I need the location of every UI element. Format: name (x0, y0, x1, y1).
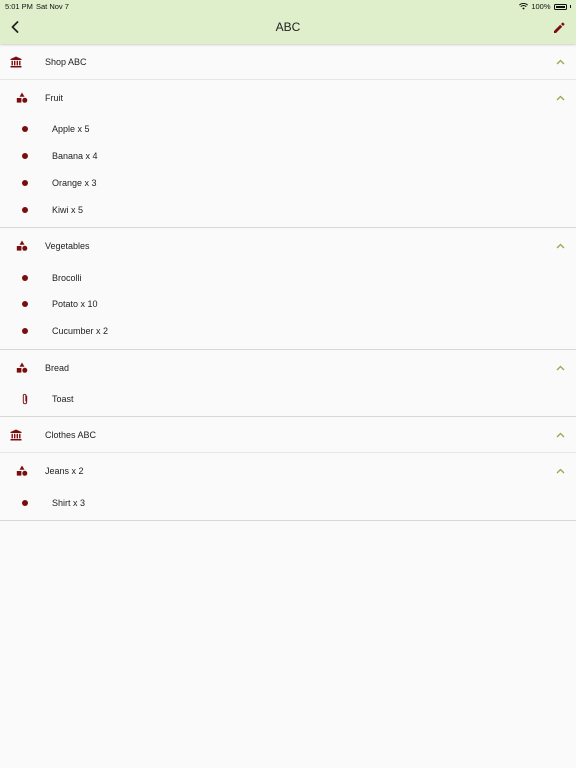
item-label: Apple x 5 (52, 124, 90, 135)
shapes-icon (16, 92, 28, 104)
category-section-jeans: Jeans x 2 Shirt x 3 (0, 453, 576, 522)
page-title: ABC (275, 20, 301, 34)
category-row-bread[interactable]: Bread (0, 350, 576, 386)
list-item[interactable]: Potato x 10 (0, 291, 576, 318)
list-item[interactable]: Kiwi x 5 (0, 196, 576, 223)
shop-row-clothes-abc[interactable]: Clothes ABC (0, 417, 576, 454)
category-section-fruit: Fruit Apple x 5 Banana x 4 Orange x 3 Ki… (0, 80, 576, 229)
category-name: Bread (45, 362, 70, 373)
list-item[interactable]: Banana x 4 (0, 143, 576, 170)
shapes-icon (16, 240, 28, 252)
bullet-icon (22, 126, 28, 133)
item-label: Brocolli (52, 272, 82, 283)
bank-icon (10, 56, 22, 68)
paperclip-icon (22, 393, 28, 405)
bullet-icon (22, 206, 28, 213)
category-section-bread: Bread Toast (0, 350, 576, 418)
status-date: Sat Nov 7 (36, 2, 69, 11)
list-item[interactable]: Shirt x 3 (0, 489, 576, 516)
shopping-list: Shop ABC Fruit Apple x 5 Banana x 4 Oran… (0, 44, 576, 522)
item-label: Potato x 10 (52, 299, 98, 310)
chevron-up-icon[interactable] (555, 241, 565, 251)
bullet-icon (22, 328, 28, 335)
chevron-up-icon[interactable] (555, 363, 565, 373)
list-item[interactable]: Orange x 3 (0, 170, 576, 197)
shop-row-shop-abc[interactable]: Shop ABC (0, 44, 576, 80)
battery-tip (569, 5, 571, 8)
battery-percent: 100% (531, 2, 551, 11)
chevron-up-icon[interactable] (555, 466, 565, 476)
category-name: Jeans x 2 (45, 466, 84, 477)
bullet-icon (22, 301, 28, 308)
status-indicators: 100% (519, 2, 571, 11)
bullet-icon (22, 153, 28, 160)
battery-icon (553, 3, 567, 10)
category-name: Fruit (45, 93, 63, 103)
list-item[interactable]: Apple x 5 (0, 116, 576, 143)
item-label: Cucumber x 2 (52, 326, 109, 337)
category-row-vegetables[interactable]: Vegetables (0, 228, 576, 264)
list-item[interactable]: Toast (0, 386, 576, 413)
bullet-icon (22, 499, 28, 506)
bullet-icon (22, 179, 28, 186)
item-label: Kiwi x 5 (52, 204, 84, 215)
status-bar: 5:01 PM Sat Nov 7 100% (0, 0, 576, 12)
item-label: Orange x 3 (52, 177, 97, 188)
app-header: 5:01 PM Sat Nov 7 100% ABC (0, 0, 576, 44)
list-item[interactable]: Brocolli (0, 264, 576, 291)
status-time: 5:01 PM (5, 2, 33, 11)
bank-icon (10, 429, 22, 441)
shop-name: Shop ABC (45, 56, 87, 67)
list-item[interactable]: Cucumber x 2 (0, 318, 576, 345)
wifi-icon (519, 3, 529, 10)
chevron-up-icon[interactable] (555, 57, 565, 67)
bullet-icon (22, 274, 28, 281)
category-row-fruit[interactable]: Fruit (0, 80, 576, 116)
chevron-up-icon[interactable] (555, 430, 565, 440)
pencil-icon (554, 22, 565, 33)
item-label: Banana x 4 (52, 151, 98, 162)
shapes-icon (16, 465, 28, 477)
chevron-up-icon[interactable] (555, 93, 565, 103)
category-row-jeans[interactable]: Jeans x 2 (0, 453, 576, 489)
shapes-icon (16, 362, 28, 374)
item-label: Toast (52, 393, 74, 404)
category-section-vegetables: Vegetables Brocolli Potato x 10 Cucumber… (0, 228, 576, 350)
category-name: Vegetables (45, 241, 90, 252)
shop-name: Clothes ABC (45, 429, 97, 440)
edit-button[interactable] (548, 17, 570, 39)
item-label: Shirt x 3 (52, 497, 86, 508)
